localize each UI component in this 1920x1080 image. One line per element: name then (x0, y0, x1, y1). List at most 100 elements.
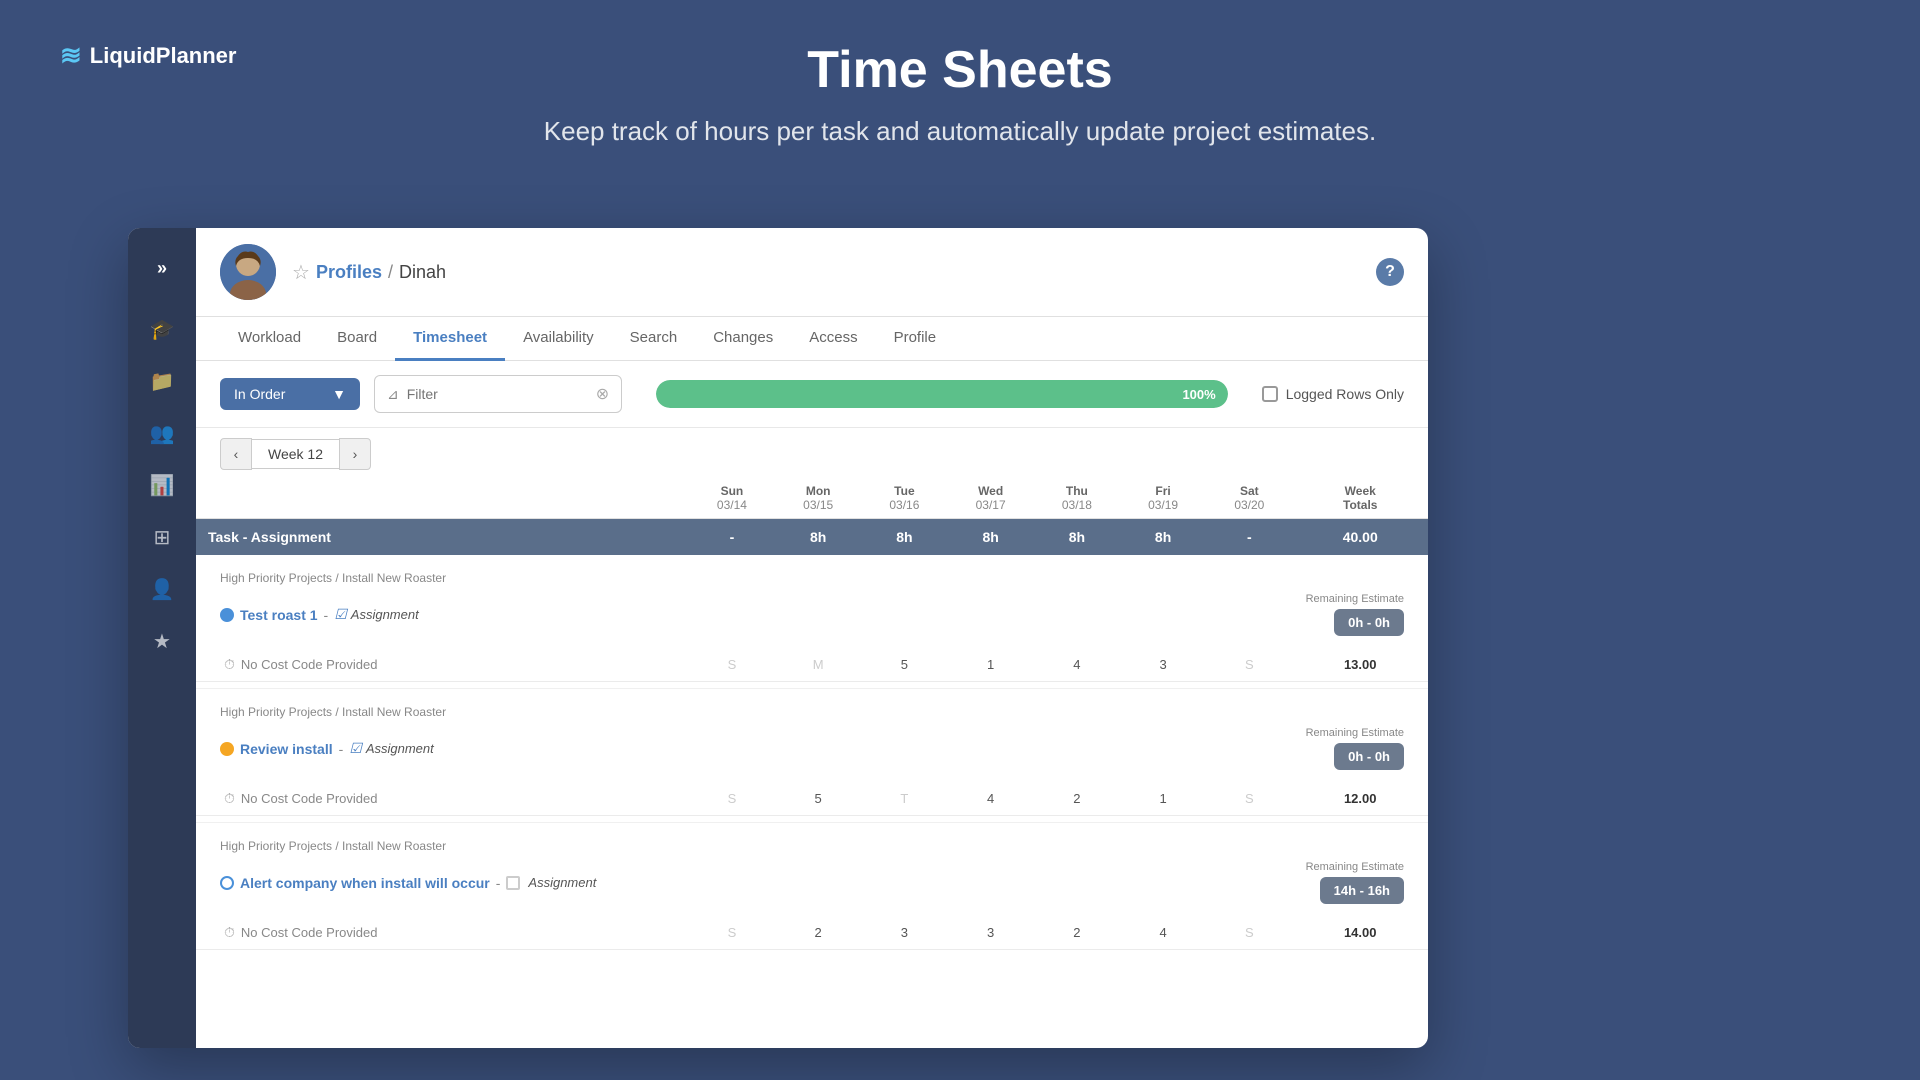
tab-board[interactable]: Board (319, 317, 395, 361)
assignment-check-icon-1: ☑ (334, 606, 347, 623)
sidebar-item-person[interactable]: 👤 (140, 567, 184, 611)
progress-bar: 100% (656, 380, 1228, 408)
project-path-1: High Priority Projects / Install New Roa… (196, 561, 1428, 589)
cost-code-row-2: ⏱ No Cost Code Provided S 5 T 4 2 1 S (196, 782, 1428, 816)
r1-thu[interactable]: 4 (1034, 648, 1120, 682)
sidebar-toggle[interactable]: » (147, 248, 177, 289)
col-header-week-totals: WeekTotals (1292, 478, 1428, 519)
page-subtitle: Keep track of hours per task and automat… (0, 116, 1920, 147)
r1-tue[interactable]: 5 (861, 648, 947, 682)
task-type-icon-1 (220, 608, 234, 622)
sidebar-item-learn[interactable]: 🎓 (140, 307, 184, 351)
sidebar: » 🎓 📁 👥 📊 ⊞ 👤 ★ (128, 228, 196, 1048)
r1-mon[interactable]: M (775, 648, 861, 682)
task-link-1[interactable]: Test roast 1 (240, 607, 318, 623)
filter-input-box[interactable]: ⊿ ⊗ (374, 375, 622, 413)
week-next-button[interactable]: › (339, 438, 371, 470)
r1-sat[interactable]: S (1206, 648, 1292, 682)
tab-access[interactable]: Access (791, 317, 875, 361)
r3-tue[interactable]: 3 (861, 916, 947, 950)
tab-workload[interactable]: Workload (220, 317, 319, 361)
col-header-fri: Fri03/19 (1120, 478, 1206, 519)
cost-code-icon-2: ⏱ (224, 790, 235, 807)
r3-fri[interactable]: 4 (1120, 916, 1206, 950)
r2-mon[interactable]: 5 (775, 782, 861, 816)
col-header-task (196, 478, 689, 519)
cost-code-1: ⏱ No Cost Code Provided (200, 656, 685, 673)
col-header-tue: Tue03/16 (861, 478, 947, 519)
breadcrumb: ☆ Profiles / Dinah (292, 260, 446, 285)
r2-wed[interactable]: 4 (948, 782, 1034, 816)
breadcrumb-separator: / (388, 262, 393, 283)
sort-dropdown[interactable]: In Order ▼ (220, 378, 360, 410)
r2-sat[interactable]: S (1206, 782, 1292, 816)
task-sum-total: 40.00 (1292, 519, 1428, 556)
assignment-label-2: Assignment (366, 741, 434, 756)
task-type-icon-3 (220, 876, 234, 890)
task-sum-mon: 8h (775, 519, 861, 556)
r1-total: 13.00 (1292, 648, 1428, 682)
timesheet-area: ‹ Week 12 › (196, 428, 1428, 1048)
cost-code-table-3: ⏱ No Cost Code Provided S 2 3 3 2 4 S (196, 916, 1428, 950)
sort-label: In Order (234, 386, 285, 402)
task-row-2: High Priority Projects / Install New Roa… (196, 688, 1428, 822)
task-summary-row: Task - Assignment - 8h 8h 8h 8h 8h - 40.… (196, 519, 1428, 556)
logo: ≋ LiquidPlanner (60, 40, 236, 71)
r3-thu[interactable]: 2 (1034, 916, 1120, 950)
r2-fri[interactable]: 1 (1120, 782, 1206, 816)
assignment-badge-3: Assignment (506, 875, 596, 890)
logo-icon: ≋ (60, 40, 82, 71)
r2-sun[interactable]: S (689, 782, 775, 816)
assignment-check-icon-2: ☑ (349, 740, 362, 757)
logged-rows-checkbox[interactable] (1262, 386, 1278, 402)
filter-clear-icon[interactable]: ⊗ (596, 384, 609, 404)
r2-thu[interactable]: 2 (1034, 782, 1120, 816)
week-prev-button[interactable]: ‹ (220, 438, 252, 470)
breadcrumb-profiles-link[interactable]: Profiles (316, 262, 382, 283)
col-header-sun: Sun03/14 (689, 478, 775, 519)
r1-fri[interactable]: 3 (1120, 648, 1206, 682)
assignment-label-3: Assignment (528, 875, 596, 890)
tab-profile[interactable]: Profile (876, 317, 955, 361)
task-sum-wed: 8h (948, 519, 1034, 556)
remaining-value-3: 14h - 16h (1320, 877, 1404, 904)
filter-input[interactable] (407, 386, 588, 402)
task-link-2[interactable]: Review install (240, 741, 333, 757)
cost-code-row-1: ⏱ No Cost Code Provided S M 5 1 4 3 S (196, 648, 1428, 682)
remaining-value-1: 0h - 0h (1334, 609, 1404, 636)
avatar (220, 244, 276, 300)
r1-sun[interactable]: S (689, 648, 775, 682)
star-icon[interactable]: ☆ (292, 260, 310, 285)
progress-pct: 100% (1182, 387, 1215, 402)
logged-rows-checkbox-container[interactable]: Logged Rows Only (1262, 386, 1404, 402)
r1-wed[interactable]: 1 (948, 648, 1034, 682)
r3-mon[interactable]: 2 (775, 916, 861, 950)
col-header-mon: Mon03/15 (775, 478, 861, 519)
sidebar-item-team[interactable]: 👥 (140, 411, 184, 455)
tab-search[interactable]: Search (612, 317, 696, 361)
tab-availability[interactable]: Availability (505, 317, 612, 361)
page-title: Time Sheets (0, 40, 1920, 100)
r3-wed[interactable]: 3 (948, 916, 1034, 950)
cost-code-icon-1: ⏱ (224, 656, 235, 673)
cost-code-table-2: ⏱ No Cost Code Provided S 5 T 4 2 1 S (196, 782, 1428, 816)
r3-sat[interactable]: S (1206, 916, 1292, 950)
task-row-3: High Priority Projects / Install New Roa… (196, 822, 1428, 956)
r2-tue[interactable]: T (861, 782, 947, 816)
r3-sun[interactable]: S (689, 916, 775, 950)
cost-code-row-3: ⏱ No Cost Code Provided S 2 3 3 2 4 S (196, 916, 1428, 950)
timesheet-table: Sun03/14 Mon03/15 Tue03/16 Wed03/17 Thu0… (196, 478, 1428, 555)
task-link-3[interactable]: Alert company when install will occur (240, 875, 490, 891)
sidebar-item-star[interactable]: ★ (140, 619, 184, 663)
sidebar-item-chart[interactable]: 📊 (140, 463, 184, 507)
tab-changes[interactable]: Changes (695, 317, 791, 361)
nav-tabs: Workload Board Timesheet Availability Se… (196, 317, 1428, 361)
tab-timesheet[interactable]: Timesheet (395, 317, 505, 361)
task-type-icon-2 (220, 742, 234, 756)
cost-code-table-1: ⏱ No Cost Code Provided S M 5 1 4 3 S (196, 648, 1428, 682)
help-button[interactable]: ? (1376, 258, 1404, 286)
logged-rows-label: Logged Rows Only (1286, 386, 1404, 402)
sidebar-item-grid[interactable]: ⊞ (140, 515, 184, 559)
progress-bar-fill: 100% (656, 380, 1228, 408)
sidebar-item-folder[interactable]: 📁 (140, 359, 184, 403)
